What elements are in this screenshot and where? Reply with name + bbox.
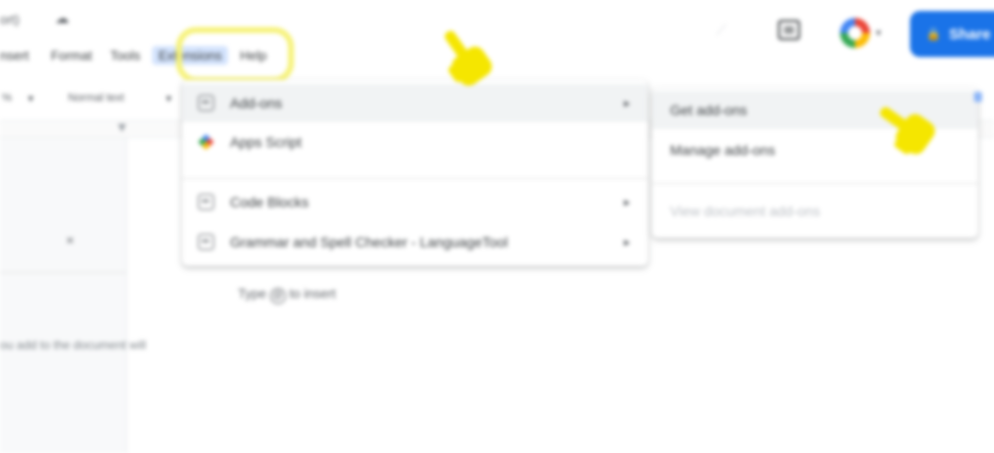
zoom-fragment[interactable]: % xyxy=(2,92,12,104)
outline-hint: ou add to the document will xyxy=(0,338,147,352)
pointing-hand-icon xyxy=(880,107,935,155)
menu-format[interactable]: Format xyxy=(51,48,92,63)
indent-marker-icon[interactable] xyxy=(118,124,126,132)
submenu-item-label: View document add-ons xyxy=(670,203,820,219)
share-button[interactable]: 🔒 Share xyxy=(910,11,994,57)
menu-item-label: Grammar and Spell Checker - LanguageTool xyxy=(230,234,508,250)
extensions-highlight-annotation xyxy=(176,27,294,83)
side-panel-icon[interactable] xyxy=(974,92,982,102)
addon-icon xyxy=(198,234,214,250)
menu-item-code-blocks[interactable]: Code Blocks ▸ xyxy=(182,183,648,221)
menu-insert[interactable]: nsert xyxy=(0,48,29,63)
doc-insert-hint[interactable]: Type @ to insert xyxy=(238,286,336,304)
menu-item-apps-script[interactable]: Apps Script xyxy=(182,123,648,161)
menu-divider xyxy=(182,178,648,179)
close-icon[interactable]: × xyxy=(66,232,74,248)
cloud-icon[interactable]: ☁ xyxy=(54,10,70,26)
submenu-arrow-icon: ▸ xyxy=(623,235,630,249)
outline-divider xyxy=(0,272,126,273)
addons-icon xyxy=(198,95,214,111)
doc-hint-suffix: to insert xyxy=(289,286,336,301)
meet-icon[interactable] xyxy=(840,18,870,48)
comment-history-icon[interactable] xyxy=(778,20,800,40)
doc-hint-prefix: Type xyxy=(238,286,267,301)
zoom-caret-icon[interactable]: ▾ xyxy=(28,92,34,105)
lock-icon: 🔒 xyxy=(926,27,941,41)
trend-icon[interactable]: ⟋ xyxy=(716,22,738,40)
addon-icon xyxy=(198,194,214,210)
style-select[interactable]: Normal text xyxy=(68,92,124,104)
style-caret-icon[interactable]: ▾ xyxy=(166,92,172,105)
apps-script-icon xyxy=(198,134,214,150)
at-icon: @ xyxy=(269,288,286,304)
submenu-divider xyxy=(652,183,978,184)
submenu-item-label: Manage add-ons xyxy=(670,142,776,158)
menu-item-languagetool[interactable]: Grammar and Spell Checker - LanguageTool… xyxy=(182,223,648,261)
submenu-item-label: Get add-ons xyxy=(670,102,748,118)
pointing-hand-icon xyxy=(444,30,492,86)
menu-item-add-ons[interactable]: Add-ons ▸ xyxy=(182,84,648,122)
share-label: Share xyxy=(948,25,991,43)
extensions-menu: Add-ons ▸ Apps Script Code Blocks ▸ Gram… xyxy=(182,80,648,266)
menu-item-label: Code Blocks xyxy=(230,194,309,210)
menu-tools[interactable]: Tools xyxy=(110,48,140,63)
outline-panel: × ou add to the document will xyxy=(0,138,146,453)
chevron-down-icon[interactable]: ▾ xyxy=(876,28,881,39)
doc-title[interactable]: ort) xyxy=(0,12,20,27)
screen: ort) ☁ nsert Format Tools Extensions Hel… xyxy=(0,0,994,453)
menu-item-label: Apps Script xyxy=(230,134,302,150)
submenu-item-view-document-add-ons: View document add-ons xyxy=(652,192,978,230)
submenu-arrow-icon: ▸ xyxy=(623,195,630,209)
menu-item-label: Add-ons xyxy=(230,95,283,111)
submenu-arrow-icon: ▸ xyxy=(623,96,630,110)
